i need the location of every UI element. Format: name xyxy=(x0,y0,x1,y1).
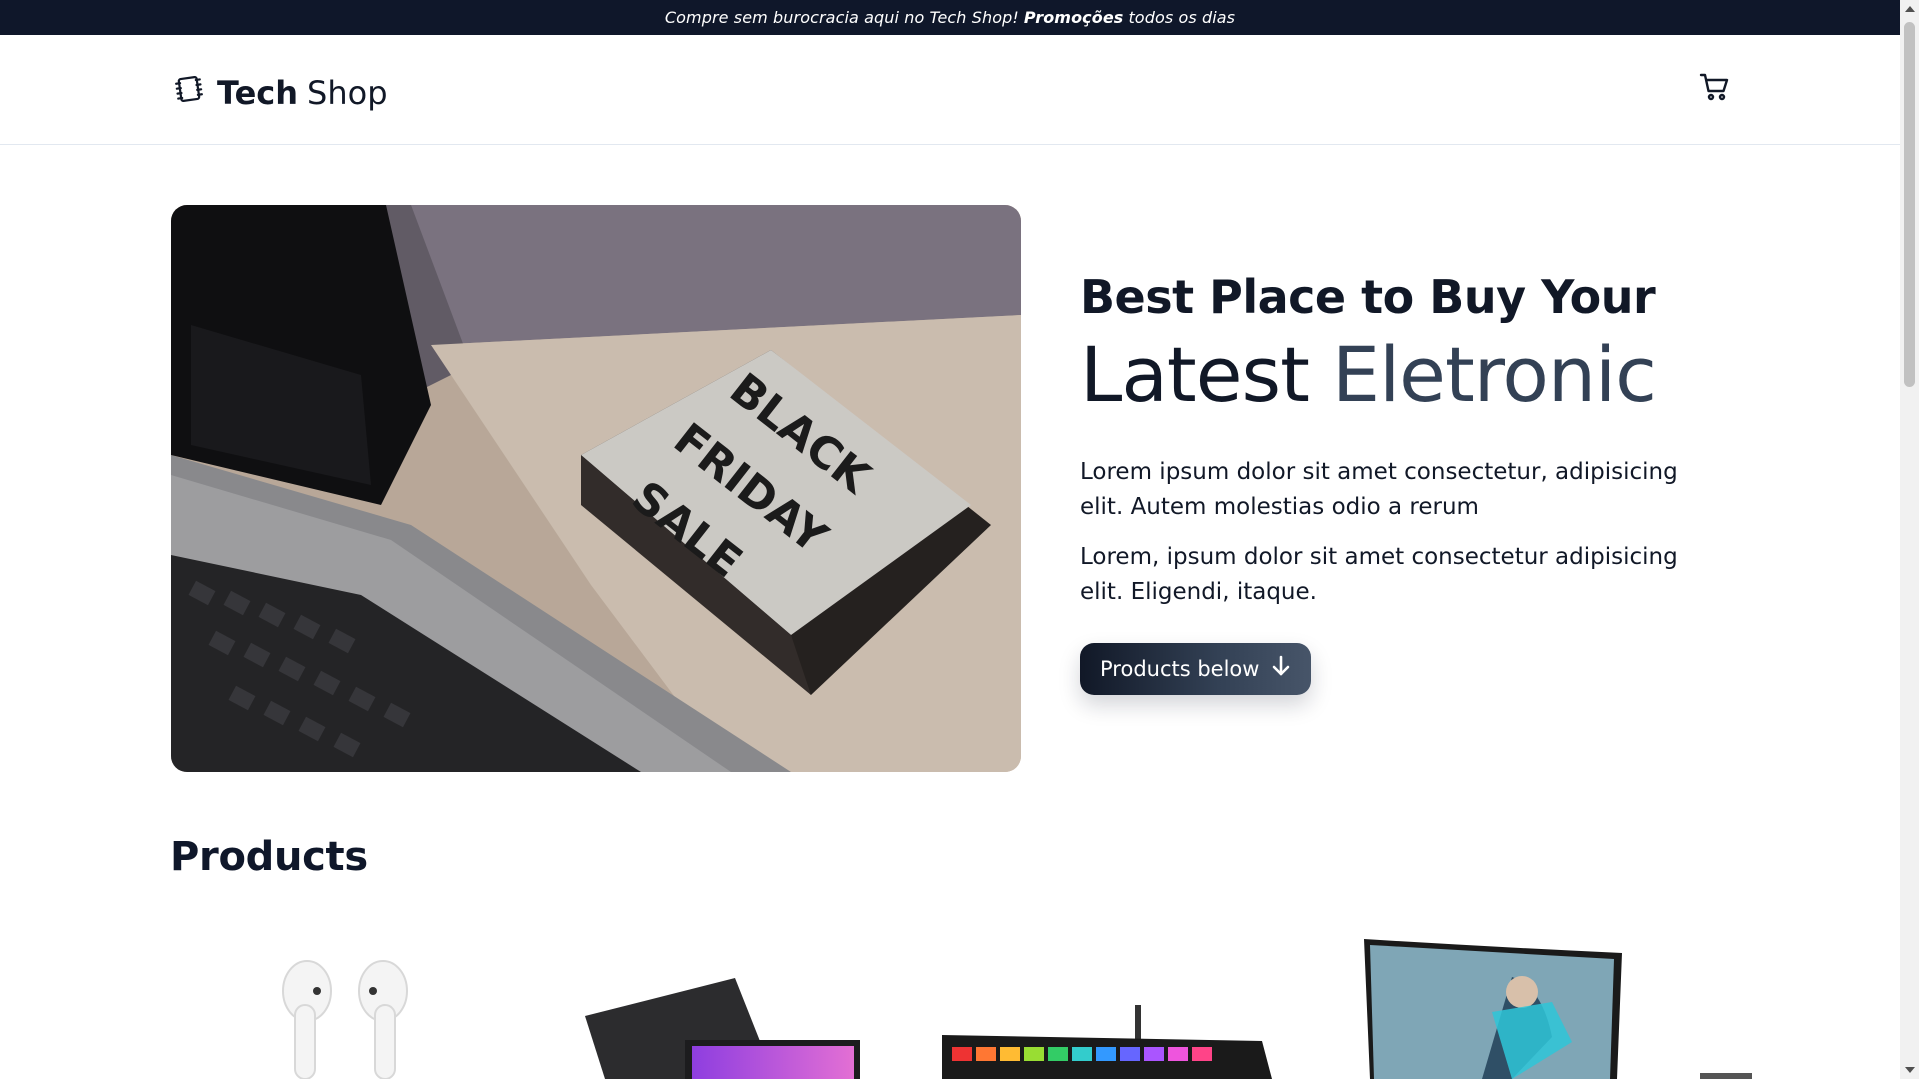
products-title: Products xyxy=(170,834,368,880)
hero-paragraph-1: Lorem ipsum dolor sit amet consectetur, … xyxy=(1080,458,1678,520)
site-header: Tech Shop xyxy=(0,35,1900,145)
cta-label: Products below xyxy=(1100,656,1260,681)
scroll-up-icon[interactable] xyxy=(1905,6,1915,12)
hero-title-word-2: Eletronic xyxy=(1332,330,1657,420)
brand-name-light: Shop xyxy=(307,74,388,112)
promo-text-end: todos os dias xyxy=(1128,8,1236,27)
promo-text-bold: Promoções xyxy=(1023,8,1124,27)
scroll-thumb[interactable] xyxy=(1904,22,1915,387)
hero-paragraph-2: Lorem, ipsum dolor sit amet consectetur … xyxy=(1080,543,1678,605)
product-monitor-image[interactable] xyxy=(1362,937,1627,1083)
logo[interactable]: Tech Shop xyxy=(171,71,388,115)
products-below-button[interactable]: Products below xyxy=(1080,642,1312,695)
chip-icon xyxy=(171,71,207,115)
shopping-cart-icon xyxy=(1698,70,1732,108)
scroll-down-icon[interactable] xyxy=(1905,1067,1915,1073)
brand-name-strong: Tech xyxy=(217,74,299,112)
cart-button[interactable] xyxy=(1697,71,1733,107)
product-keyboard-image[interactable] xyxy=(942,1005,1272,1083)
product-airpods-image[interactable] xyxy=(265,955,425,1083)
hero-title-line-1: Best Place to Buy Your xyxy=(1080,270,1656,324)
promo-bar: Compre sem burocracia aqui no Tech Shop!… xyxy=(0,0,1900,35)
hero-content: Best Place to Buy Your Latest Eletronic … xyxy=(1080,270,1730,695)
hero-title-word-1: Latest xyxy=(1080,330,1310,420)
page-scrollbar[interactable] xyxy=(1900,0,1919,1079)
product-partial-image xyxy=(1700,1073,1752,1079)
arrow-down-icon xyxy=(1271,655,1291,682)
hero-image: BLACK FRIDAY SALE xyxy=(171,205,1021,772)
product-laptop-image[interactable] xyxy=(585,978,865,1083)
hero-title-line-2: Latest Eletronic xyxy=(1080,333,1730,417)
promo-text-start: Compre sem burocracia aqui no Tech Shop! xyxy=(664,8,1019,27)
